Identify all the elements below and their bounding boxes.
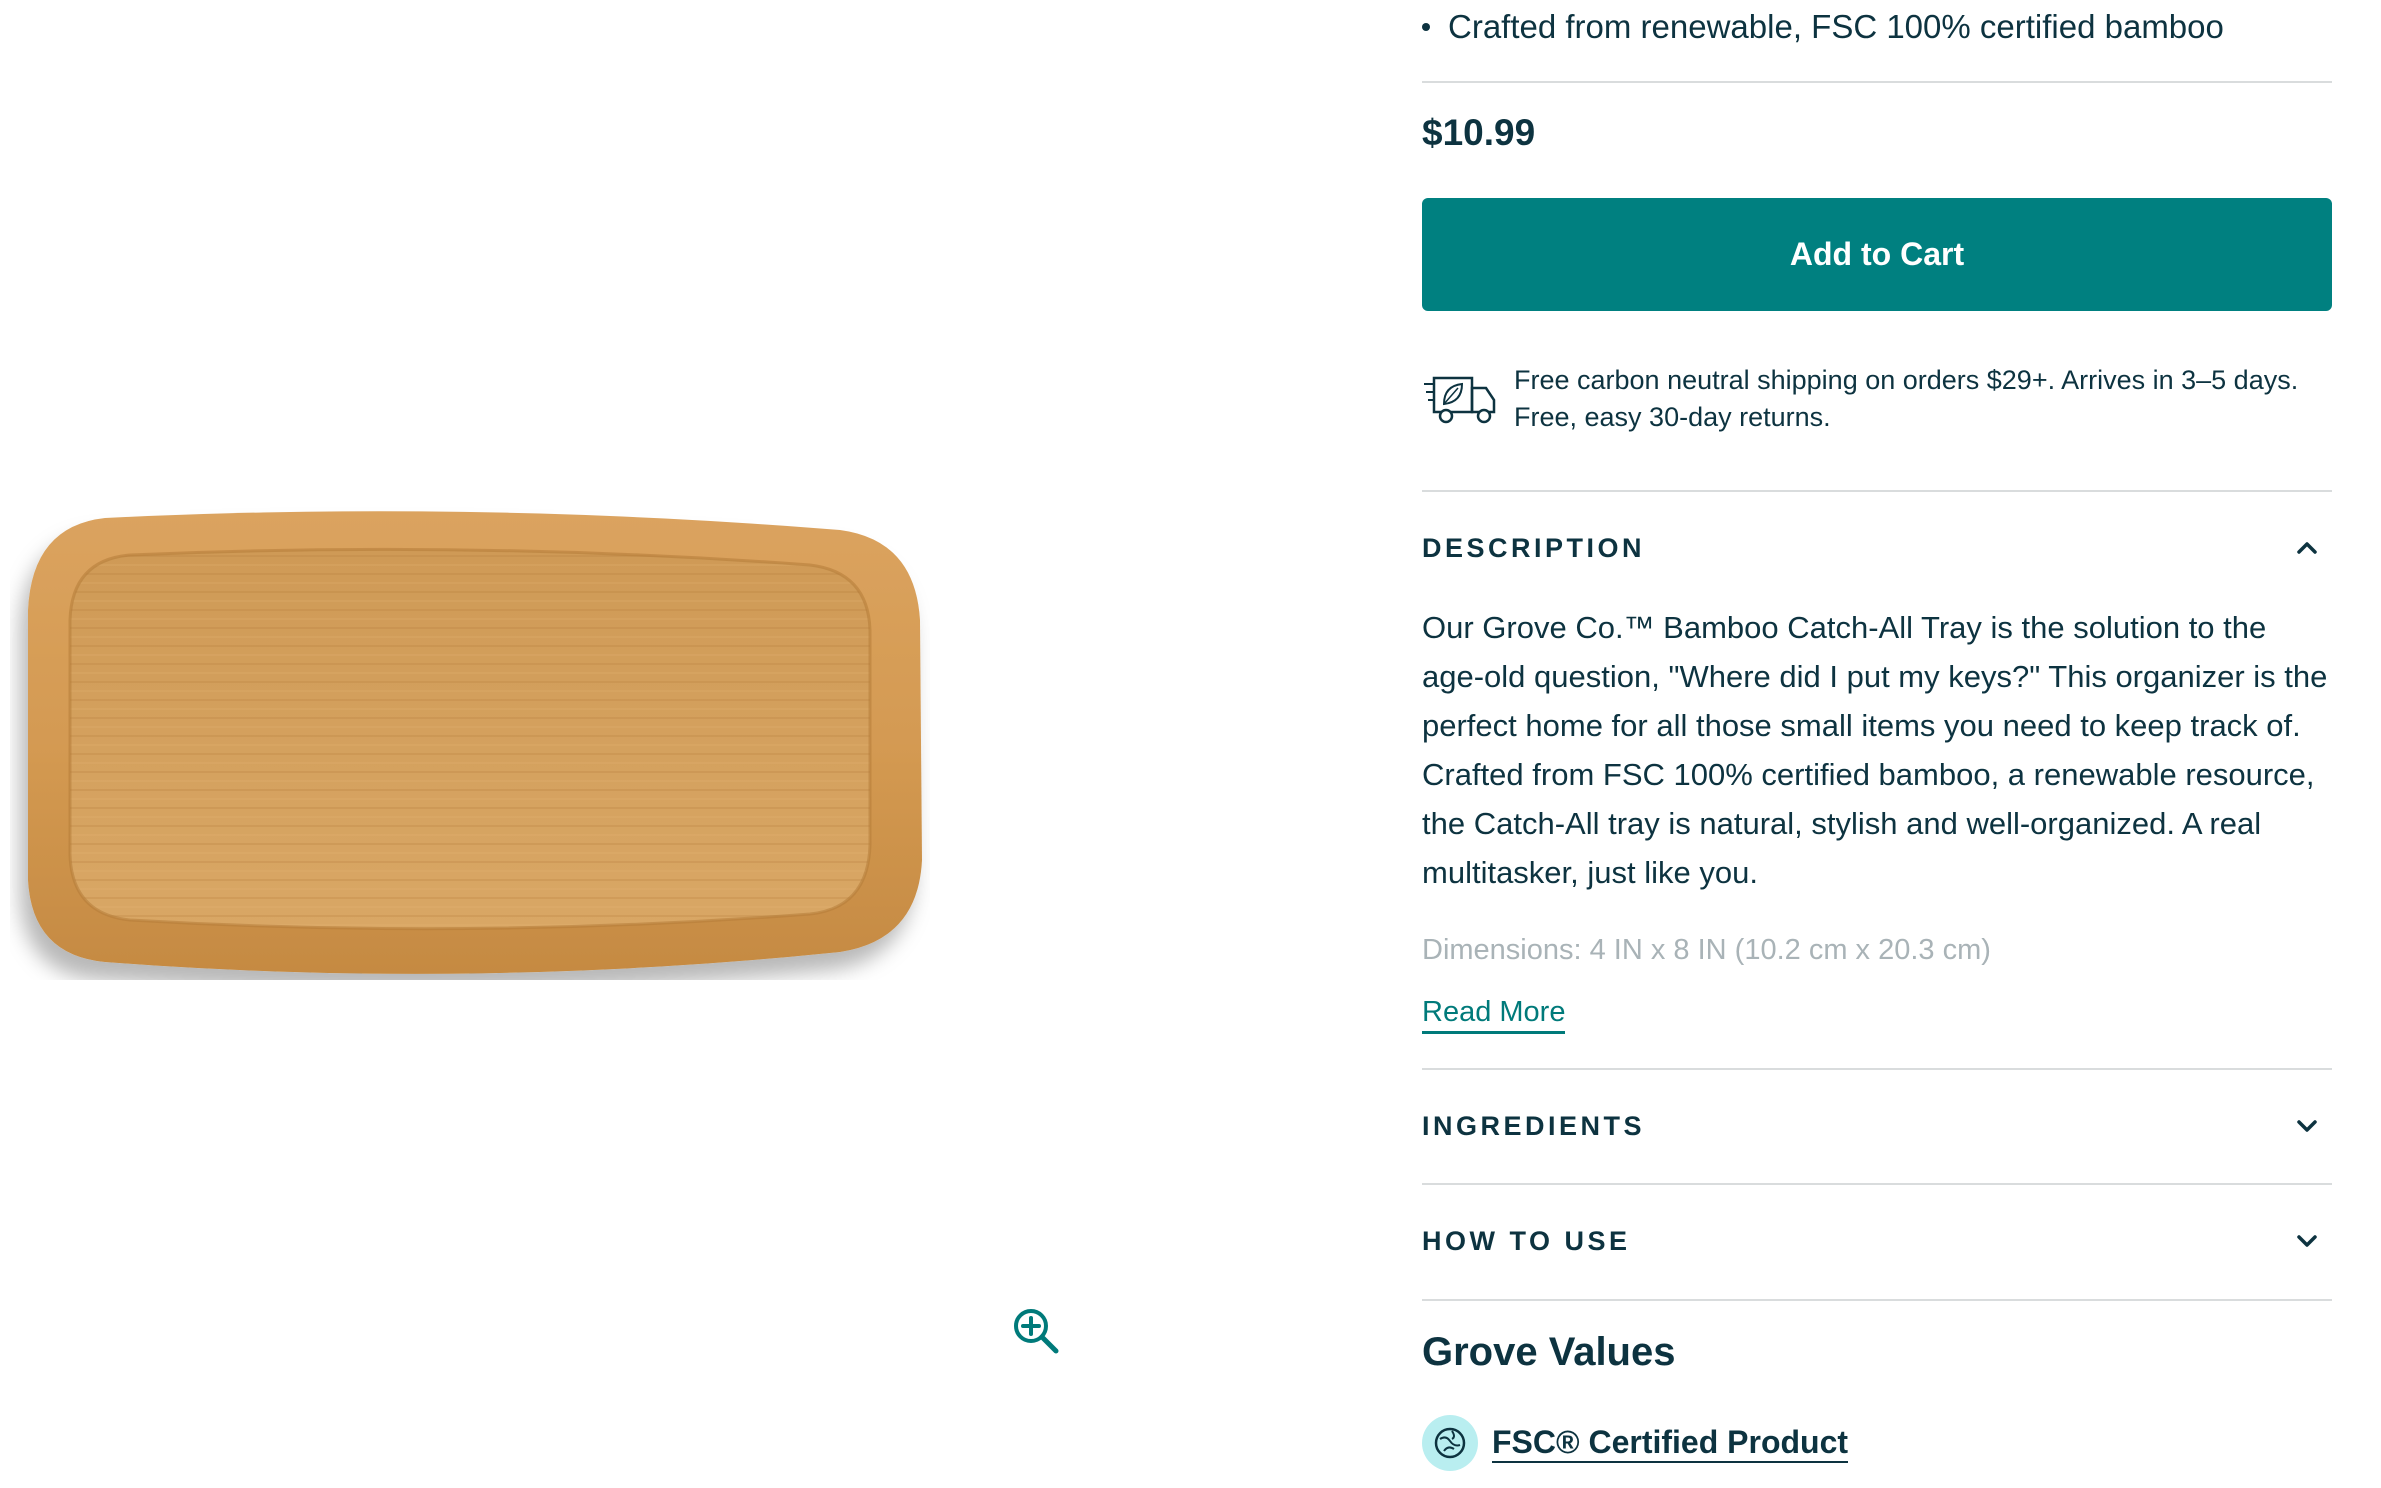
chevron-down-icon	[2297, 1235, 2317, 1247]
zoom-in-icon[interactable]	[1010, 1305, 1062, 1357]
dimensions-text: Dimensions: 4 IN x 8 IN (10.2 cm x 20.3 …	[1422, 934, 1991, 966]
product-price: $10.99	[1422, 112, 1536, 153]
fsc-certified-link[interactable]: FSC® Certified Product	[1492, 1424, 1849, 1463]
product-image-gallery	[0, 0, 1330, 1488]
ingredients-accordion-header[interactable]: INGREDIENTS	[1422, 1096, 2332, 1156]
divider	[1422, 81, 2332, 83]
divider	[1422, 490, 2332, 492]
chevron-down-icon	[2297, 1120, 2317, 1132]
bullet-dot	[1422, 23, 1430, 31]
bamboo-tray-image	[28, 511, 922, 974]
shipping-info: Free carbon neutral shipping on orders $…	[1422, 362, 2332, 436]
feature-bullet: Crafted from renewable, FSC 100% certifi…	[1422, 8, 2224, 46]
how-to-use-label: HOW TO USE	[1422, 1225, 1631, 1256]
add-to-cart-button[interactable]: Add to Cart	[1422, 198, 2332, 311]
feature-bullet-text: Crafted from renewable, FSC 100% certifi…	[1448, 8, 2224, 45]
shipping-text: Free carbon neutral shipping on orders $…	[1514, 365, 2299, 432]
description-body: Our Grove Co.™ Bamboo Catch-All Tray is …	[1422, 610, 2328, 890]
how-to-use-accordion-header[interactable]: HOW TO USE	[1422, 1211, 2332, 1271]
delivery-truck-icon	[1424, 376, 1496, 424]
divider	[1422, 1299, 2332, 1301]
divider	[1422, 1183, 2332, 1185]
grove-value-item: FSC® Certified Product	[1422, 1415, 1849, 1471]
read-more-link[interactable]: Read More	[1422, 996, 1566, 1034]
grove-values-title: Grove Values	[1422, 1330, 1676, 1374]
description-accordion-header[interactable]: DESCRIPTION	[1422, 518, 2332, 578]
description-label: DESCRIPTION	[1422, 532, 1646, 563]
globe-leaf-icon	[1422, 1415, 1478, 1471]
ingredients-label: INGREDIENTS	[1422, 1110, 1646, 1141]
divider	[1422, 1068, 2332, 1070]
chevron-up-icon	[2297, 542, 2317, 554]
